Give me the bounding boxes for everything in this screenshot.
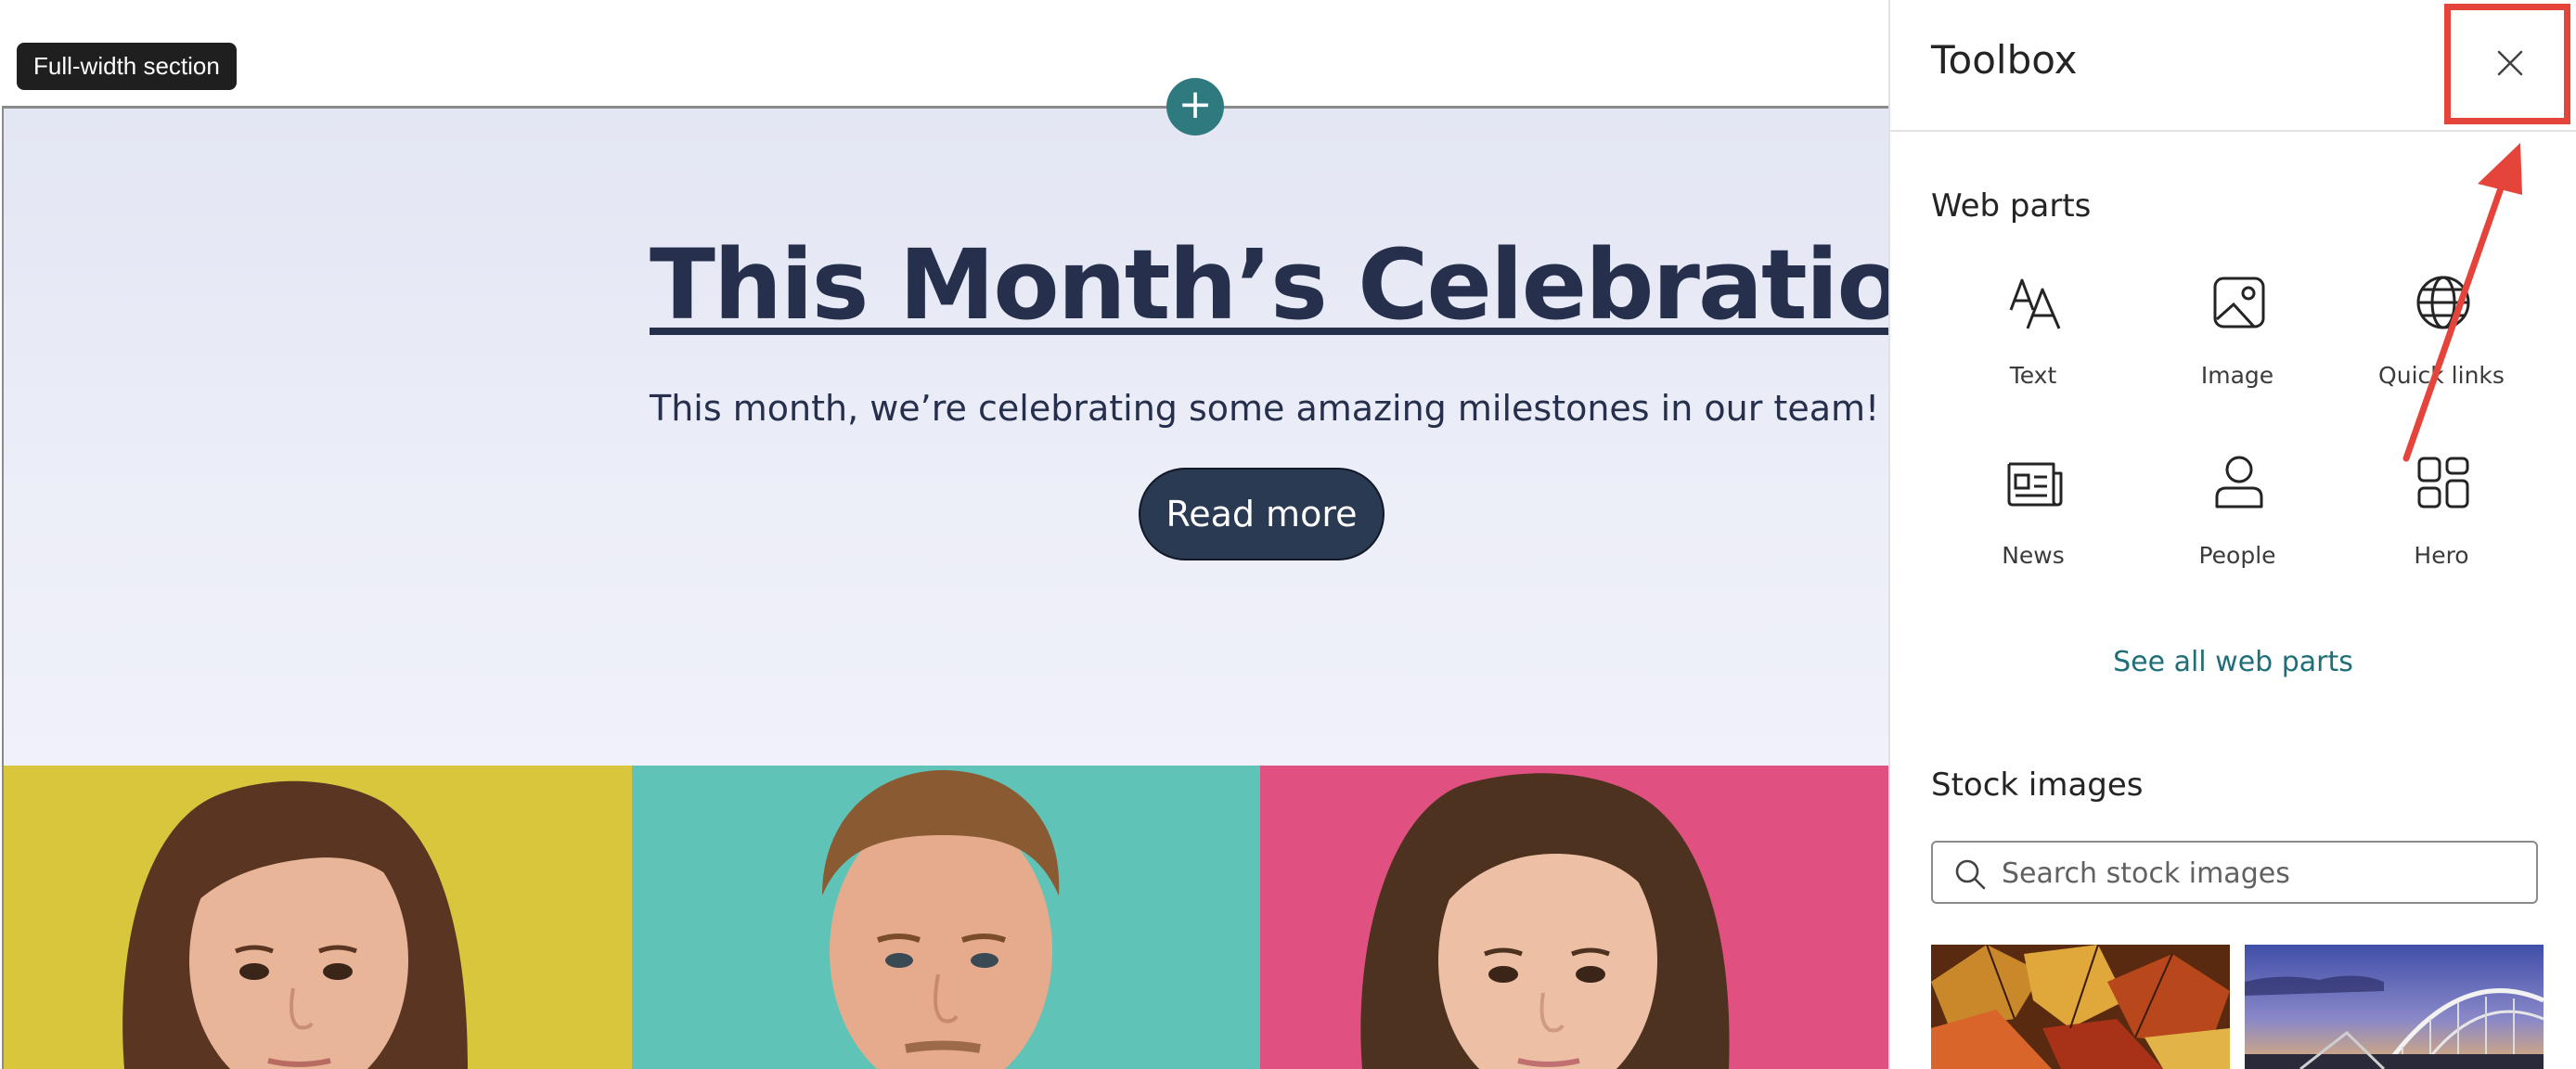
image-icon <box>2213 277 2265 328</box>
plus-icon: + <box>1178 81 1213 128</box>
web-part-label: Quick links <box>2378 362 2505 389</box>
stock-images-heading: Stock images <box>1931 766 2144 804</box>
web-part-news[interactable]: News <box>1931 442 2135 599</box>
web-parts-heading: Web parts <box>1931 187 2092 225</box>
web-part-text[interactable]: Text <box>1931 262 2135 419</box>
person-icon <box>2215 456 2263 509</box>
hero-subtitle: This month, we’re celebrating some amazi… <box>650 388 1880 429</box>
web-part-label: Hero <box>2414 542 2469 569</box>
globe-icon <box>2416 276 2470 329</box>
team-photo[interactable] <box>632 766 1260 1069</box>
toolbox-title: Toolbox <box>1931 37 2078 83</box>
close-icon <box>2497 50 2523 76</box>
news-icon <box>2007 462 2063 507</box>
web-parts-grid: Text Image Quick links News People Hero <box>1931 262 2544 586</box>
web-part-people[interactable]: People <box>2135 442 2339 599</box>
web-part-label: People <box>2198 542 2276 569</box>
team-photo[interactable] <box>4 766 632 1069</box>
stock-images-search[interactable] <box>1931 841 2538 904</box>
page: Full-width section + This Month’s Celebr… <box>0 0 2576 1069</box>
read-more-button[interactable]: Read more <box>1139 468 1385 560</box>
web-part-label: Text <box>2009 362 2057 389</box>
add-section-button[interactable]: + <box>1166 78 1224 135</box>
text-icon <box>2009 278 2061 329</box>
section-type-label: Full-width section <box>17 43 237 90</box>
toolbox-panel: Toolbox Web parts Text Image Quick links… <box>1890 0 2576 1069</box>
web-part-hero[interactable]: Hero <box>2339 442 2544 599</box>
hero-layout-icon <box>2417 457 2469 509</box>
web-part-label: News <box>2002 542 2065 569</box>
stock-image-thumbnail[interactable] <box>2245 945 2544 1069</box>
close-button[interactable] <box>2477 30 2544 97</box>
page-canvas: Full-width section + This Month’s Celebr… <box>0 0 1888 1069</box>
see-all-web-parts-link[interactable]: See all web parts <box>1890 646 2576 678</box>
web-part-image[interactable]: Image <box>2135 262 2339 419</box>
web-part-label: Image <box>2200 362 2274 389</box>
team-photo[interactable] <box>1260 766 1888 1069</box>
web-part-quick-links[interactable]: Quick links <box>2339 262 2544 419</box>
photo-row <box>4 766 1888 1069</box>
hero-section[interactable] <box>4 109 1888 766</box>
stock-image-thumbnail[interactable] <box>1931 945 2230 1069</box>
search-input[interactable] <box>2002 852 2521 895</box>
search-icon <box>1955 859 1986 890</box>
toolbox-header: Toolbox <box>1890 0 2576 132</box>
hero-title-link[interactable]: This Month’s Celebrations! <box>650 225 1888 345</box>
